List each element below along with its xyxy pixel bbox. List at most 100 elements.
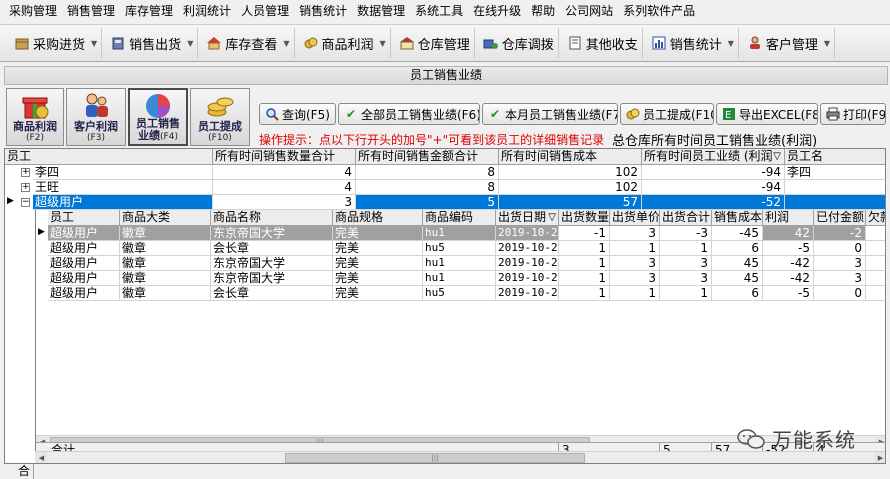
menu-sales[interactable]: 销售管理	[62, 1, 120, 21]
detail-col-category[interactable]: 商品大类	[120, 210, 211, 226]
detail-col-qty[interactable]: 出货数量	[559, 210, 610, 226]
master-cell-performance: -94	[642, 180, 785, 195]
master-col-qty[interactable]: 所有时间销售数量合计	[213, 149, 356, 165]
sort-desc-icon: ▽	[773, 151, 781, 162]
detail-col-staff[interactable]: 员工	[48, 210, 120, 226]
expand-toggle[interactable]: +	[21, 183, 30, 192]
toolbar-profit-button[interactable]: 商品利润 ▼	[297, 28, 391, 58]
master-cell-cost: 57	[499, 195, 642, 210]
detail-col-debt[interactable]: 欠款	[866, 210, 885, 226]
big-button-label: 客户利润	[74, 120, 118, 133]
detail-cell-debt	[866, 286, 885, 301]
detail-cell-price: 3	[610, 271, 660, 286]
toolbar-label: 商品利润	[321, 37, 374, 53]
toolbar-other-button[interactable]: 其他收支	[561, 28, 643, 58]
detail-cell-cost: 6	[712, 286, 763, 301]
master-col-cost[interactable]: 所有时间销售成本	[499, 149, 642, 165]
toolbar-purchase-button[interactable]: 采购进货 ▼	[8, 28, 103, 58]
scroll-left-icon[interactable]: ◀	[35, 452, 48, 463]
toolbar-customer-button[interactable]: 客户管理 ▼	[741, 28, 836, 58]
detail-col-profit[interactable]: 利润	[763, 210, 814, 226]
check-icon: ✔	[489, 107, 501, 121]
scroll-thumb[interactable]: |||	[285, 453, 585, 463]
master-cell-amount: 8	[356, 180, 499, 195]
all-staff-sales-button[interactable]: ✔ 全部员工销售业绩(F6)	[338, 103, 480, 125]
toolbar-sales-button[interactable]: 销售出货 ▼	[104, 28, 199, 58]
staff-commission-button[interactable]: 员工提成 (F10)	[190, 88, 250, 146]
menu-sales-stats[interactable]: 销售统计	[294, 1, 352, 21]
scroll-right-icon[interactable]: ▶	[874, 452, 885, 463]
master-col-staff[interactable]: 员工	[5, 149, 213, 165]
menu-purchase[interactable]: 采购管理	[4, 1, 62, 21]
customer-profit-button[interactable]: 客户利润 (F3)	[66, 88, 126, 146]
master-col-performance[interactable]: 所有时间员工业绩 (利润 ▽	[642, 149, 785, 165]
detail-cell-category: 徽章	[120, 241, 211, 256]
svg-text:E: E	[725, 110, 731, 121]
detail-col-paid[interactable]: 已付金额	[814, 210, 866, 226]
detail-grid[interactable]: 员工 商品大类 商品名称 商品规格 商品编码 出货日期 ▽ 出货数量 出货单价 出…	[35, 210, 885, 448]
toolbar-warehouse-button[interactable]: 仓库管理	[393, 28, 475, 58]
detail-cell-cost: 45	[712, 271, 763, 286]
watermark: 万能系统	[736, 424, 856, 453]
menu-profit[interactable]: 利润统计	[178, 1, 236, 21]
export-excel-button[interactable]: E 导出EXCEL(F8)	[716, 103, 818, 125]
print-button[interactable]: 打印(F9)	[820, 103, 886, 125]
expand-toggle[interactable]: +	[21, 168, 30, 177]
detail-cell-debt	[866, 256, 885, 271]
detail-cell-cost: -45	[712, 226, 763, 241]
detail-col-product[interactable]: 商品名称	[211, 210, 333, 226]
detail-cell-spec: 完美	[333, 226, 423, 241]
staff-sales-grid[interactable]: 员工 所有时间销售数量合计 所有时间销售金额合计 所有时间销售成本 所有时间员工…	[4, 148, 886, 464]
query-button[interactable]: 查询(F5)	[259, 103, 336, 125]
detail-col-price[interactable]: 出货单价	[610, 210, 660, 226]
menu-data[interactable]: 数据管理	[352, 1, 410, 21]
toolbar-stock-button[interactable]: 库存查看 ▼	[200, 28, 295, 58]
detail-cell-product: 会长章	[211, 286, 333, 301]
menu-tools[interactable]: 系统工具	[410, 1, 468, 21]
detail-cell-qty: 1	[559, 241, 610, 256]
product-profit-button[interactable]: 商品利润 (F2)	[6, 88, 64, 146]
menu-upgrade[interactable]: 在线升级	[468, 1, 526, 21]
detail-cell-spec: 完美	[333, 286, 423, 301]
collapse-toggle[interactable]: −	[21, 198, 30, 207]
toolbar-stats-button[interactable]: 销售统计 ▼	[645, 28, 739, 58]
big-button-shortcut: (F2)	[26, 133, 44, 143]
detail-cell-spec: 完美	[333, 256, 423, 271]
detail-cell-price: 3	[610, 226, 660, 241]
detail-col-cost[interactable]: 销售成本	[712, 210, 763, 226]
toolbar-transfer-button[interactable]: 仓库调拨	[477, 28, 559, 58]
month-staff-sales-button[interactable]: ✔ 本月员工销售业绩(F7)	[482, 103, 618, 125]
detail-col-total[interactable]: 出货合计	[660, 210, 712, 226]
detail-cell-price: 1	[610, 286, 660, 301]
transfer-icon	[483, 35, 499, 51]
detail-cell-paid: 3	[814, 271, 866, 286]
big-button-label2: 业绩(F4)	[138, 129, 178, 143]
detail-cell-price: 3	[610, 256, 660, 271]
wechat-icon	[737, 428, 765, 449]
detail-cell-category: 徽章	[120, 256, 211, 271]
detail-cell-code: hu1	[423, 256, 496, 271]
commission-button[interactable]: 员工提成(F10)	[620, 103, 714, 125]
window-title: 员工销售业绩	[4, 66, 888, 85]
detail-cell-date: 2019-10-21	[496, 256, 559, 271]
master-col-name[interactable]: 员工名	[785, 149, 885, 165]
big-button-label: 商品利润	[13, 120, 57, 133]
menu-help[interactable]: 帮助	[526, 1, 560, 21]
menu-bar: 采购管理 销售管理 库存管理 利润统计 人员管理 销售统计 数据管理 系统工具 …	[0, 0, 890, 22]
menu-staff[interactable]: 人员管理	[236, 1, 294, 21]
detail-cell-total: 3	[660, 271, 712, 286]
detail-col-date[interactable]: 出货日期 ▽	[496, 210, 559, 226]
detail-cell-price: 1	[610, 241, 660, 256]
detail-cell-staff: 超级用户	[48, 271, 120, 286]
menu-website[interactable]: 公司网站	[560, 1, 618, 21]
menu-inventory[interactable]: 库存管理	[120, 1, 178, 21]
master-cell-amount: 5	[356, 195, 499, 210]
detail-cell-staff: 超级用户	[48, 256, 120, 271]
detail-cell-paid: 0	[814, 286, 866, 301]
staff-sales-button[interactable]: 员工销售 业绩(F4)	[128, 88, 188, 146]
detail-col-spec[interactable]: 商品规格	[333, 210, 423, 226]
detail-cell-date: 2019-10-21	[496, 271, 559, 286]
menu-products[interactable]: 系列软件产品	[618, 1, 700, 21]
master-col-amount[interactable]: 所有时间销售金额合计	[356, 149, 499, 165]
detail-col-code[interactable]: 商品编码	[423, 210, 496, 226]
